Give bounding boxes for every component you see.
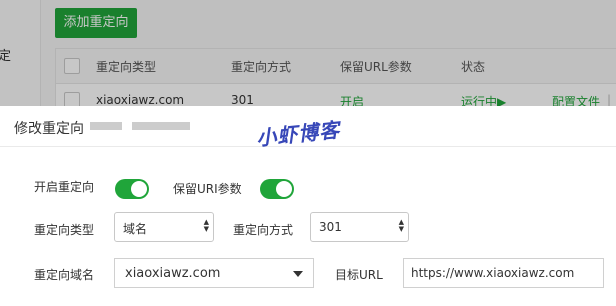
keep-uri-label: 保留URI参数 [173,182,242,196]
select-arrows-icon: ▲ ▼ [203,218,209,233]
select-arrows-icon: ▲ ▼ [398,218,404,233]
redacted-text [132,122,190,130]
target-url-input[interactable]: https://www.xiaoxiawz.com [403,258,604,288]
edit-redirect-modal: 修改重定向 小虾博客 开启重定向 保留URI参数 重定向类型 域名 ▲ ▼ 重定向… [0,106,616,306]
toggle-knob [131,181,147,197]
modal-overlay [0,0,616,106]
redirect-type-label: 重定向类型 [34,223,95,237]
chevron-down-icon [293,271,303,277]
redirect-method-value: 301 [319,220,342,234]
enable-redirect-label: 开启重定向 [34,180,95,194]
redirect-domain-dropdown[interactable]: xiaoxiawz.com [114,258,314,288]
target-url-value: https://www.xiaoxiawz.com [411,266,575,280]
target-url-label: 目标URL [335,268,383,282]
background-page: 定 添加重定向 重定向类型 重定向方式 保留URL参数 状态 xiaoxiawz… [0,0,616,106]
redacted-text [90,122,122,130]
redirect-type-select[interactable]: 域名 ▲ ▼ [114,212,214,242]
redirect-domain-label: 重定向域名 [34,268,95,282]
redirect-method-label: 重定向方式 [233,223,294,237]
modal-title: 修改重定向 [14,121,84,137]
redirect-method-select[interactable]: 301 ▲ ▼ [310,212,409,242]
redirect-type-value: 域名 [123,222,148,236]
redirect-domain-value: xiaoxiawz.com [125,266,221,281]
modal-header: 修改重定向 小虾博客 [0,106,616,150]
watermark-logo: 小虾博客 [255,117,342,151]
keep-uri-toggle[interactable] [260,179,294,199]
enable-redirect-toggle[interactable] [115,179,149,199]
toggle-knob [276,181,292,197]
